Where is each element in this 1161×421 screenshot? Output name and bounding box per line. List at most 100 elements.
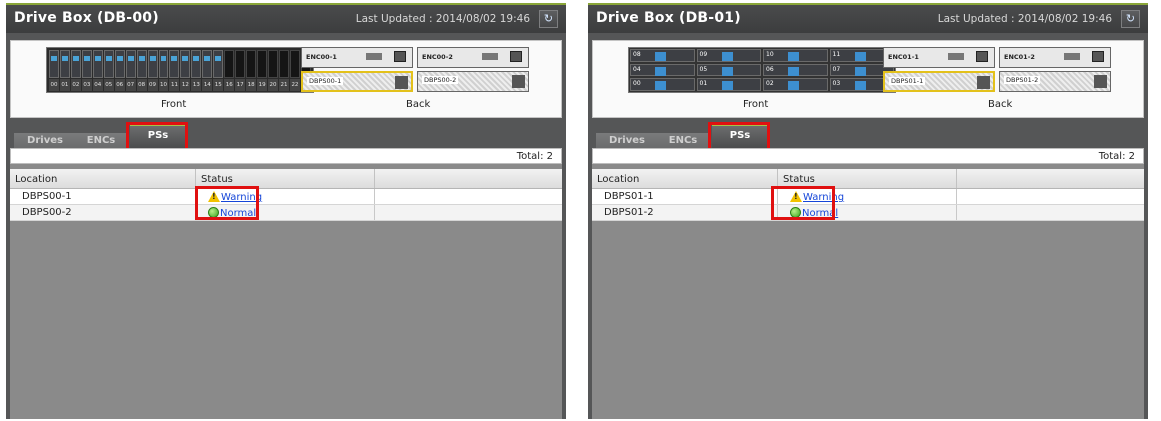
drive-led-icon (854, 81, 866, 91)
drive-bay[interactable] (103, 50, 114, 78)
drive-bay[interactable]: 09 (696, 49, 761, 62)
drive-bay[interactable]: 00 (630, 78, 695, 91)
drive-bay[interactable]: 08 (630, 49, 695, 62)
drive-bay[interactable]: 04 (630, 63, 695, 77)
drive-bay[interactable] (180, 50, 191, 78)
drive-bay[interactable]: 02 (763, 78, 828, 91)
drive-bay[interactable] (136, 50, 147, 78)
bay-number: 03 (81, 79, 92, 91)
drive-bay[interactable] (169, 50, 180, 78)
tab-encs[interactable]: ENCs (658, 133, 708, 148)
drive-box-panel-db00: Drive Box (DB-00) Last Updated : 2014/08… (6, 3, 566, 419)
table-row[interactable]: DBPS01-2 Normal (592, 205, 1144, 221)
tab-encs[interactable]: ENCs (76, 133, 126, 148)
drive-box-diagram: 08 09 10 11 04 05 06 07 00 01 02 03 ENC01-1 ENC01-2… (592, 40, 1144, 118)
fan-icon (1094, 75, 1107, 88)
power-supply-2[interactable]: DBPS01-2 (999, 71, 1111, 92)
drive-led-icon (788, 66, 799, 76)
column-header-empty (957, 169, 1144, 188)
bay-row (49, 50, 311, 78)
tab-content: Total: 2 Location Status DBPS00-1 Warnin… (10, 148, 562, 419)
drive-bay[interactable] (202, 50, 213, 78)
column-header-empty (375, 169, 562, 188)
fan-icon (512, 75, 525, 88)
power-supply-label: DBPS01-2 (1004, 76, 1041, 84)
drive-bay[interactable] (268, 50, 279, 78)
location-cell: DBPS00-1 (10, 189, 196, 204)
drive-bay[interactable] (114, 50, 125, 78)
bay-number: 04 (92, 79, 103, 91)
drive-bay[interactable] (125, 50, 136, 78)
port-icon (1064, 53, 1080, 60)
drive-led-icon (655, 81, 666, 91)
bay-number: 08 (633, 51, 641, 58)
drive-bay[interactable] (224, 50, 235, 78)
drive-led-icon (854, 66, 866, 76)
drive-bay[interactable] (158, 50, 169, 78)
bay-number: 15 (213, 79, 224, 91)
refresh-icon[interactable]: ↻ (1121, 10, 1140, 28)
power-supply-2[interactable]: DBPS00-2 (417, 71, 529, 92)
table-row[interactable]: DBPS00-1 Warning (10, 189, 562, 205)
enclosure-2[interactable]: ENC00-2 (417, 47, 529, 68)
drive-bay[interactable]: 06 (763, 63, 828, 77)
fan-icon (395, 76, 408, 89)
location-cell: DBPS01-1 (592, 189, 778, 204)
screenshot-root: Drive Box (DB-00) Last Updated : 2014/08… (0, 0, 1161, 421)
drive-bay[interactable] (191, 50, 202, 78)
back-enclosures: ENC00-1 ENC00-2 DBPS00-1 DBPS00-2 (301, 47, 536, 93)
column-header-location[interactable]: Location (592, 169, 778, 188)
bay-number: 04 (633, 65, 641, 73)
bay-number: 01 (699, 80, 708, 88)
back-label: Back (406, 99, 431, 110)
drive-box-diagram: 00 01 02 03 04 05 06 07 08 09 10 11 12 13 14 15 16 17 18 19… (10, 40, 562, 118)
tab-drives[interactable]: Drives (14, 133, 76, 148)
drive-bay[interactable] (147, 50, 158, 78)
bay-number: 06 (766, 65, 774, 73)
tab-drives[interactable]: Drives (596, 133, 658, 148)
drive-bay[interactable] (59, 50, 70, 78)
column-header-location[interactable]: Location (10, 169, 196, 188)
fan-icon (977, 76, 990, 89)
total-bar: Total: 2 (592, 148, 1144, 164)
drive-bay[interactable]: 10 (763, 49, 828, 62)
tab-bar: Drives ENCs PSs (596, 122, 1144, 156)
enclosure-label: ENC00-1 (306, 53, 337, 61)
empty-cell (957, 205, 1144, 220)
port-icon (394, 51, 406, 62)
drive-bay[interactable] (81, 50, 92, 78)
enclosure-1[interactable]: ENC00-1 (301, 47, 413, 68)
drive-bay[interactable]: 05 (696, 63, 761, 77)
drive-bay[interactable] (49, 50, 59, 78)
enclosure-label: ENC01-1 (888, 53, 919, 61)
drive-box-panel-db01: Drive Box (DB-01) Last Updated : 2014/08… (588, 3, 1148, 419)
bay-number: 05 (103, 79, 114, 91)
total-bar: Total: 2 (10, 148, 562, 164)
table-row[interactable]: DBPS01-1 Warning (592, 189, 1144, 205)
drive-bay[interactable] (70, 50, 81, 78)
bay-number: 14 (202, 79, 213, 91)
power-supply-1[interactable]: DBPS01-1 (883, 71, 995, 92)
power-supply-label: DBPS00-2 (422, 76, 459, 84)
table-row[interactable]: DBPS00-2 Normal (10, 205, 562, 221)
bay-number: 19 (257, 79, 268, 91)
drive-bay[interactable] (235, 50, 246, 78)
bay-number: 10 (158, 79, 169, 91)
drive-bay[interactable] (279, 50, 289, 78)
drive-bay[interactable] (246, 50, 257, 78)
drive-bay[interactable] (289, 50, 300, 78)
drive-bay[interactable] (213, 50, 224, 78)
drive-bay[interactable]: 01 (696, 78, 761, 91)
drive-bay[interactable] (257, 50, 268, 78)
power-supply-1[interactable]: DBPS00-1 (301, 71, 413, 92)
panel-title: Drive Box (DB-01) (596, 10, 741, 26)
bay-number: 07 (832, 65, 841, 73)
enclosure-1[interactable]: ENC01-1 (883, 47, 995, 68)
tab-content: Total: 2 Location Status DBPS01-1 Warnin… (592, 148, 1144, 419)
refresh-icon[interactable]: ↻ (539, 10, 558, 28)
enclosure-2[interactable]: ENC01-2 (999, 47, 1111, 68)
front-drive-bays: 08 09 10 11 04 05 06 07 00 01 02 03 (628, 47, 896, 93)
total-count: Total: 2 (1098, 151, 1135, 162)
bay-number: 13 (191, 79, 202, 91)
drive-bay[interactable] (92, 50, 103, 78)
